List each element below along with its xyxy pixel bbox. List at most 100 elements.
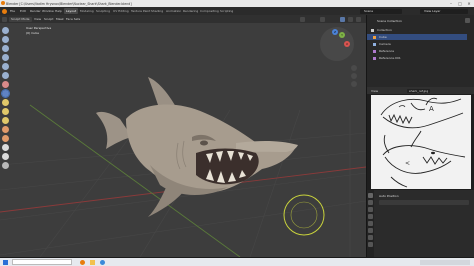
shading-rendered-icon[interactable] — [348, 16, 353, 22]
clay-strips-brush-icon[interactable] — [2, 54, 9, 61]
3d-viewport[interactable]: Sculpt Mode View Sculpt Mask Face Sets U… — [0, 15, 366, 257]
minimize-button[interactable]: – — [447, 1, 455, 6]
symmetry-x-icon[interactable] — [300, 16, 305, 22]
outliner-row-label: Cube — [379, 35, 387, 39]
taskbar-search-field[interactable] — [12, 259, 72, 265]
svg-text:<: < — [405, 160, 410, 167]
outliner-row-camera[interactable]: Camera — [367, 41, 467, 47]
properties-section-label[interactable]: Auto Position — [379, 194, 399, 198]
tab-shading[interactable]: Shading — [149, 8, 165, 14]
world-tab-icon[interactable] — [368, 221, 373, 226]
view-perspective-label: User Perspective — [26, 26, 52, 30]
blender-logo-icon — [1, 1, 5, 5]
scrape-brush-icon[interactable] — [2, 117, 9, 124]
outliner-row-label: Reference.001 — [379, 56, 401, 60]
shading-material-icon[interactable] — [356, 16, 361, 22]
menu-window[interactable]: Window — [42, 9, 54, 13]
fill-brush-icon[interactable] — [2, 108, 9, 115]
transform-icon[interactable] — [2, 162, 9, 169]
shark-sculpt[interactable] — [96, 77, 298, 217]
scene-selector[interactable]: Scene — [360, 8, 402, 14]
close-button[interactable]: ✕ — [465, 1, 473, 6]
box-mask-icon[interactable] — [2, 153, 9, 160]
collection-icon — [371, 28, 374, 32]
tab-scripting[interactable]: Scripting — [218, 8, 235, 14]
zoom-view-icon[interactable] — [351, 65, 357, 71]
outliner-row-label: Reference — [379, 49, 395, 53]
window-title-bar: Blender [C:\Users\Vadim Hrysnov\Blender\… — [0, 0, 474, 7]
window-title: Blender [C:\Users\Vadim Hrysnov\Blender\… — [6, 1, 132, 6]
image-editor-view-menu[interactable]: View — [371, 89, 378, 93]
viewport-header: Sculpt Mode View Sculpt Mask Face Sets — [0, 15, 366, 23]
brush-cursor-circle — [283, 194, 325, 236]
outliner-row-reference[interactable]: Reference — [367, 48, 467, 54]
outliner-row-collection[interactable]: Collection — [367, 27, 467, 33]
image-icon — [373, 56, 376, 60]
tool-tab-icon[interactable] — [368, 193, 373, 198]
material-tab-icon[interactable] — [368, 242, 373, 247]
blender-menu-icon[interactable] — [2, 8, 7, 14]
draw-brush-icon[interactable] — [2, 27, 9, 34]
menu-render[interactable]: Render — [30, 9, 41, 13]
menu-file[interactable]: File — [10, 9, 15, 13]
gizmo-x-axis[interactable]: X — [344, 41, 350, 47]
outliner-row-cube[interactable]: Cube — [367, 34, 467, 40]
overlay-icon[interactable] — [320, 16, 325, 22]
clay-brush-icon[interactable] — [2, 45, 9, 52]
layer-brush-icon[interactable] — [2, 63, 9, 70]
grab-brush-icon[interactable] — [2, 126, 9, 133]
draw-sharp-brush-icon[interactable] — [2, 36, 9, 43]
camera-icon — [373, 42, 376, 46]
flatten-brush-icon[interactable] — [2, 99, 9, 106]
taskbar-app-browser-icon[interactable] — [100, 259, 105, 265]
object-tab-icon[interactable] — [368, 228, 373, 233]
tab-layout[interactable]: Layout — [64, 8, 79, 14]
svg-text:A: A — [429, 105, 434, 113]
image-icon — [373, 49, 376, 53]
maximize-button[interactable]: □ — [456, 1, 464, 6]
outliner-header: Scene Collection — [377, 19, 402, 23]
modifier-tab-icon[interactable] — [368, 235, 373, 240]
menu-edit[interactable]: Edit — [20, 9, 26, 13]
smooth-brush-icon[interactable] — [1, 89, 10, 98]
outliner-panel: Scene Collection Collection Cube Camera … — [366, 15, 474, 87]
mesh-icon — [373, 35, 376, 39]
menu-help[interactable]: Help — [55, 9, 62, 13]
taskbar-app-blender-icon[interactable] — [80, 259, 85, 265]
outliner-row-reference-001[interactable]: Reference.001 — [367, 55, 467, 61]
pan-view-icon[interactable] — [351, 73, 357, 79]
camera-view-icon[interactable] — [351, 81, 357, 87]
inflate-brush-icon[interactable] — [2, 72, 9, 79]
render-tab-icon[interactable] — [368, 200, 373, 205]
properties-tab-column — [367, 190, 374, 257]
scene-tab-icon[interactable] — [368, 214, 373, 219]
start-menu-icon[interactable] — [3, 259, 8, 265]
tab-uv-editing[interactable]: UV Editing — [111, 8, 131, 14]
tab-modeling[interactable]: Modeling — [78, 8, 96, 14]
outliner-row-label: Camera — [379, 42, 391, 46]
navigation-gizmo[interactable]: X Y Z — [320, 27, 354, 61]
tab-sculpting[interactable]: Sculpting — [94, 8, 112, 14]
viewport-scene — [0, 77, 366, 257]
mask-brush-icon[interactable] — [2, 144, 9, 151]
outliner-row-label: Collection — [377, 28, 392, 32]
menu-face-sets[interactable]: Face Sets — [64, 17, 82, 22]
image-editor-panel[interactable]: View shark_ref.jpg A < — [366, 87, 474, 190]
system-tray[interactable] — [420, 259, 470, 265]
taskbar-app-explorer-icon[interactable] — [90, 259, 95, 265]
editor-type-icon[interactable] — [2, 16, 7, 22]
os-taskbar — [0, 258, 474, 266]
view-layer-selector[interactable]: View Layer — [420, 8, 468, 14]
properties-panel: Auto Position — [366, 190, 474, 257]
output-tab-icon[interactable] — [368, 207, 373, 212]
shading-solid-icon[interactable] — [340, 16, 345, 22]
active-object-label: (0) Cube — [26, 31, 39, 35]
crease-brush-icon[interactable] — [2, 81, 9, 88]
filter-icon[interactable] — [465, 18, 470, 23]
gizmo-y-axis[interactable]: Y — [339, 32, 345, 38]
gizmo-z-axis[interactable]: Z — [332, 29, 338, 35]
mode-selector[interactable]: Sculpt Mode — [9, 16, 32, 22]
image-name-field[interactable]: shark_ref.jpg — [407, 88, 431, 93]
snake-hook-brush-icon[interactable] — [2, 135, 9, 142]
properties-field[interactable] — [379, 200, 469, 205]
